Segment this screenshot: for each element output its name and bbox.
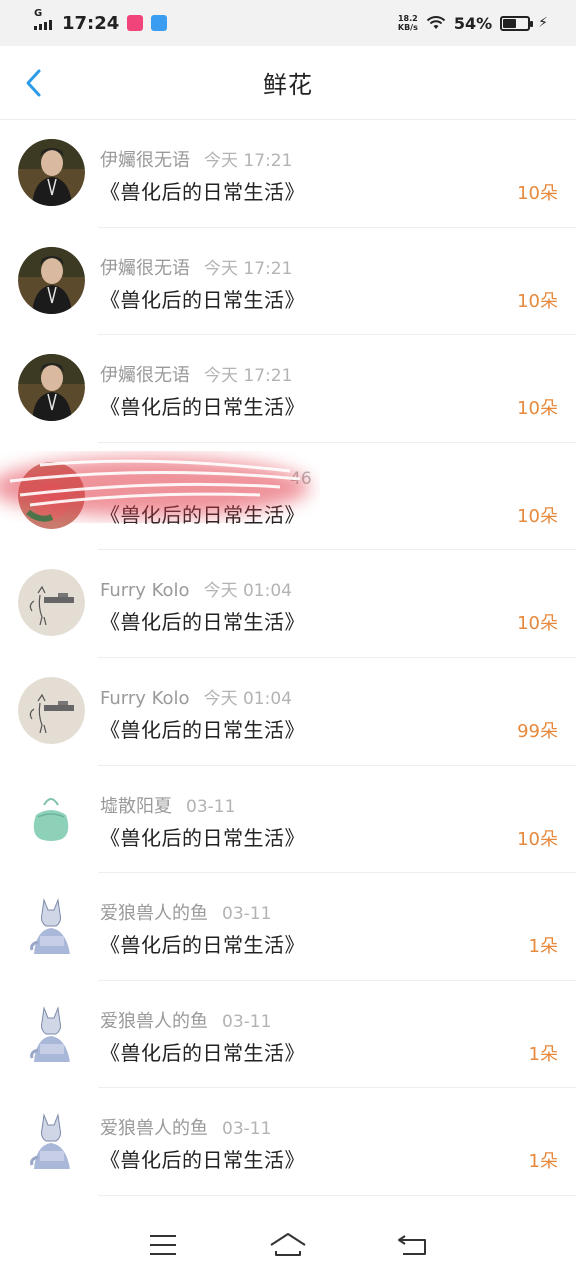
page-header: 鲜花 <box>0 46 576 120</box>
wifi-icon <box>426 16 446 29</box>
username[interactable]: 伊孎很无语 <box>100 254 190 280</box>
item-meta: 伊孎很无语 今天 17:21 <box>100 361 292 387</box>
username[interactable]: 爱狼兽人的鱼 <box>100 1114 208 1140</box>
menu-button[interactable] <box>143 1225 183 1265</box>
list-item[interactable]: 爱狼兽人的鱼 03-11 《兽化后的日常生活》 1朵 <box>0 1088 576 1196</box>
username[interactable]: Furry Kolo <box>100 580 190 601</box>
net-speed-value: 18.2 <box>397 14 418 23</box>
item-meta: 伊孎很无语 今天 17:21 <box>100 146 292 172</box>
status-left: G 17:24 <box>34 8 168 34</box>
return-icon <box>398 1235 427 1255</box>
book-title[interactable]: 《兽化后的日常生活》 <box>100 284 305 313</box>
app-notification-icon <box>127 15 144 31</box>
avatar[interactable] <box>18 246 85 314</box>
username[interactable]: 爱狼兽人的鱼 <box>100 1007 208 1033</box>
back-button[interactable] <box>18 66 50 100</box>
item-meta: 46 <box>100 469 312 489</box>
flower-count: 10朵 <box>517 613 558 635</box>
book-title[interactable]: 《兽化后的日常生活》 <box>100 606 305 635</box>
chevron-left-icon <box>26 69 41 97</box>
flower-count: 10朵 <box>517 828 558 850</box>
book-title[interactable]: 《兽化后的日常生活》 <box>100 929 305 958</box>
avatar[interactable] <box>18 569 85 637</box>
book-title[interactable]: 《兽化后的日常生活》 <box>100 714 305 743</box>
book-title[interactable]: 《兽化后的日常生活》 <box>100 1037 305 1066</box>
flower-list: 伊孎很无语 今天 17:21 《兽化后的日常生活》 10朵 伊孎很无语 今天 17:21 《… <box>0 120 576 1196</box>
list-item[interactable]: 伊孎很无语 今天 17:21 《兽化后的日常生活》 10朵 <box>0 335 576 443</box>
list-item[interactable]: 爱狼兽人的鱼 03-11 《兽化后的日常生活》 1朵 <box>0 873 576 981</box>
avatar[interactable] <box>18 999 85 1067</box>
page-title: 鲜花 <box>263 71 313 99</box>
book-title[interactable]: 《兽化后的日常生活》 <box>100 499 305 528</box>
status-bar: G 17:24 18.2 KB/s 54% ⚡ <box>0 0 576 46</box>
list-item[interactable]: 伊孎很无语 今天 17:21 《兽化后的日常生活》 10朵 <box>0 228 576 336</box>
username[interactable]: 伊孎很无语 <box>100 361 190 387</box>
item-meta: Furry Kolo 今天 01:04 <box>100 684 292 709</box>
timestamp: 今天 17:21 <box>204 258 293 279</box>
item-meta: 伊孎很无语 今天 17:21 <box>100 254 292 280</box>
flower-count: 1朵 <box>528 1151 558 1173</box>
avatar[interactable] <box>18 461 85 529</box>
username[interactable]: 爱狼兽人的鱼 <box>100 899 208 925</box>
list-item[interactable]: 墟散阳夏 03-11 《兽化后的日常生活》 10朵 <box>0 766 576 874</box>
item-meta: 爱狼兽人的鱼 03-11 <box>100 899 271 925</box>
timestamp: 今天 17:21 <box>204 151 293 171</box>
item-meta: 墟散阳夏 03-11 <box>100 792 235 818</box>
menu-icon <box>149 1235 176 1255</box>
flower-count: 1朵 <box>528 1043 558 1065</box>
list-item[interactable]: 46 《兽化后的日常生活》 10朵 <box>0 443 576 551</box>
avatar[interactable] <box>18 892 85 960</box>
flower-count: 10朵 <box>517 183 558 204</box>
timestamp: 今天 01:04 <box>203 688 292 709</box>
timestamp: 今天 01:04 <box>203 581 292 602</box>
item-meta: 爱狼兽人的鱼 03-11 <box>100 1114 271 1140</box>
username[interactable]: 墟散阳夏 <box>100 792 172 818</box>
status-right: 18.2 KB/s 54% ⚡ <box>398 14 548 33</box>
battery-icon <box>500 15 534 31</box>
charging-icon: ⚡ <box>538 15 548 31</box>
timestamp: 03-11 <box>186 796 236 817</box>
timestamp: 今天 17:21 <box>204 366 293 387</box>
timestamp: 03-11 <box>222 1119 272 1140</box>
avatar[interactable] <box>18 1107 85 1175</box>
timestamp: 03-11 <box>222 1011 272 1032</box>
flower-count: 10朵 <box>517 505 558 527</box>
battery-fill <box>503 18 517 28</box>
book-title[interactable]: 《兽化后的日常生活》 <box>100 176 305 205</box>
timestamp: 03-11 <box>222 904 272 925</box>
battery-percent: 54% <box>453 13 493 33</box>
network-type: G <box>34 8 43 19</box>
signal-icon: G <box>34 8 52 30</box>
timestamp: 46 <box>290 468 312 489</box>
status-time: 17:24 <box>62 12 120 34</box>
list-item[interactable]: Furry Kolo 今天 01:04 《兽化后的日常生活》 10朵 <box>0 550 576 658</box>
app-notification-icon <box>151 15 168 31</box>
home-icon <box>270 1233 306 1256</box>
book-title[interactable]: 《兽化后的日常生活》 <box>100 822 305 851</box>
flower-count: 1朵 <box>528 936 558 958</box>
return-button[interactable] <box>393 1225 433 1265</box>
list-item[interactable]: 爱狼兽人的鱼 03-11 《兽化后的日常生活》 1朵 <box>0 981 576 1089</box>
net-speed-unit: KB/s <box>397 23 418 32</box>
item-meta: 爱狼兽人的鱼 03-11 <box>100 1007 271 1033</box>
flower-count: 10朵 <box>517 398 558 420</box>
flower-count: 99朵 <box>517 720 558 742</box>
avatar[interactable] <box>18 784 85 852</box>
home-button[interactable] <box>268 1225 308 1265</box>
flower-count: 10朵 <box>517 290 558 312</box>
avatar[interactable] <box>18 139 85 206</box>
book-title[interactable]: 《兽化后的日常生活》 <box>100 391 305 420</box>
net-speed: 18.2 KB/s <box>398 14 418 32</box>
system-nav-bar <box>0 1210 576 1280</box>
avatar[interactable] <box>18 676 85 744</box>
item-meta: Furry Kolo 今天 01:04 <box>100 576 292 601</box>
list-item[interactable]: 伊孎很无语 今天 17:21 《兽化后的日常生活》 10朵 <box>0 120 576 228</box>
username[interactable]: 伊孎很无语 <box>100 146 190 172</box>
list-item[interactable]: Furry Kolo 今天 01:04 《兽化后的日常生活》 99朵 <box>0 658 576 766</box>
book-title[interactable]: 《兽化后的日常生活》 <box>100 1144 305 1173</box>
avatar[interactable] <box>18 354 85 422</box>
username[interactable]: Furry Kolo <box>100 688 190 709</box>
